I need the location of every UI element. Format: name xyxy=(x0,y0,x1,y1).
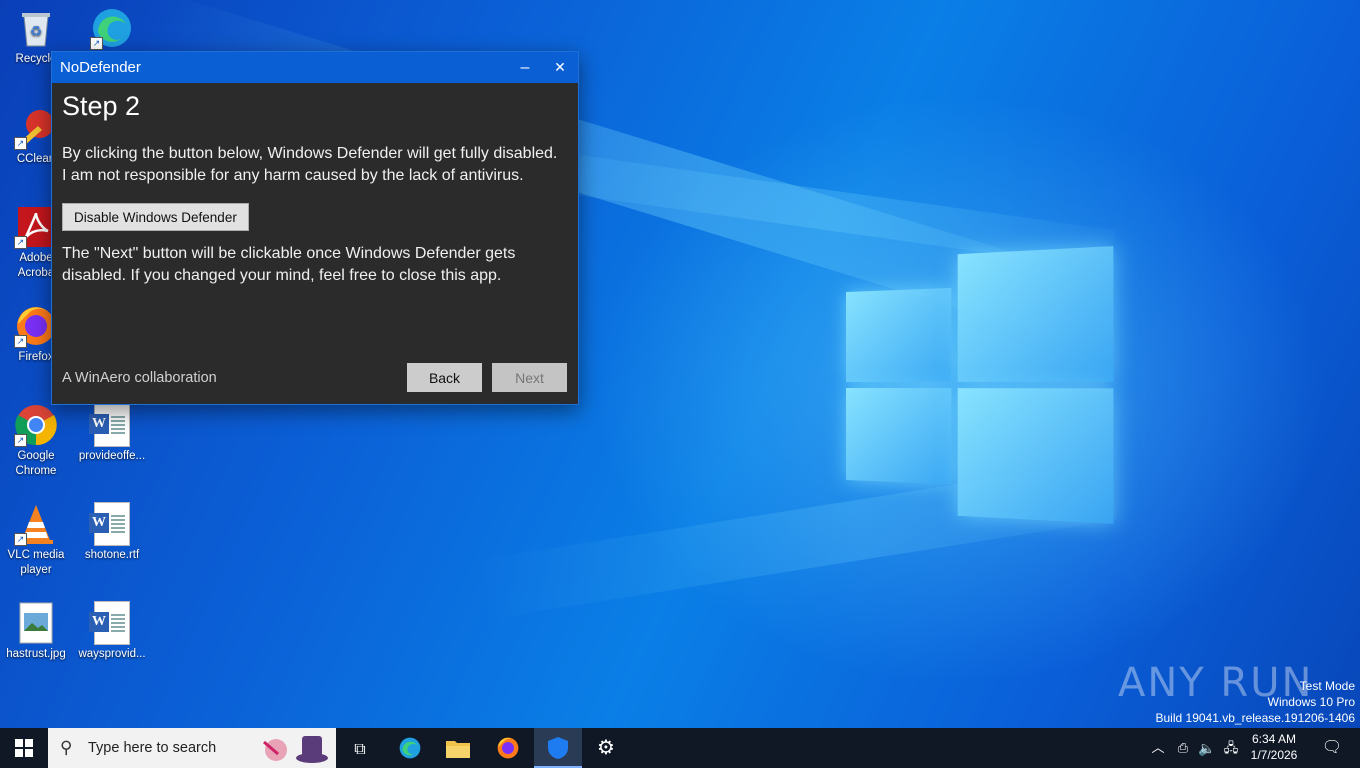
document-icon: W xyxy=(89,403,130,447)
window-content: Step 2 By clicking the button below, Win… xyxy=(52,83,578,403)
info-text-line: The "Next" button will be clickable once… xyxy=(62,245,516,262)
chrome-icon: ↗ xyxy=(14,403,58,447)
next-button[interactable]: Next xyxy=(492,363,567,392)
show-hidden-icons-button[interactable]: ︿ xyxy=(1146,728,1170,768)
edge-icon: ↗ xyxy=(90,6,134,50)
warning-text-line: By clicking the button below, Windows De… xyxy=(62,145,558,162)
start-button[interactable] xyxy=(0,728,48,768)
taskbar-file-explorer[interactable] xyxy=(434,728,482,768)
logo-pane xyxy=(846,287,952,382)
taskbar-search-box[interactable]: ⚲ Type here to search xyxy=(48,728,336,768)
search-highlight-illustration-icon xyxy=(263,736,328,763)
logo-pane xyxy=(957,388,1114,524)
firefox-icon xyxy=(497,737,519,759)
info-text: The "Next" button will be clickable once… xyxy=(62,243,567,287)
desktop-icon-label: VLC media player xyxy=(7,549,65,576)
taskbar: ⚲ Type here to search ⧉ ⚙ ︿ ⎙ 🔈 🖧 6:34 A… xyxy=(0,728,1360,768)
desktop-icon-shotone[interactable]: W shotone.rtf xyxy=(76,502,148,563)
nodefender-window: NoDefender ‒ ✕ Step 2 By clicking the bu… xyxy=(51,51,579,405)
windows-logo xyxy=(846,244,1116,526)
step-title: Step 2 xyxy=(62,91,141,121)
credit-text: A WinAero collaboration xyxy=(62,370,217,386)
desktop-icon-label: Firefox xyxy=(18,351,54,363)
desktop-icon-label: hastrust.jpg xyxy=(6,648,66,660)
volume-button[interactable]: 🔈 xyxy=(1196,728,1218,768)
watermark-line: Build 19041.vb_release.191206-1406 xyxy=(1155,711,1356,725)
shortcut-arrow-icon: ↗ xyxy=(14,434,27,447)
test-mode-watermark: Test Mode Windows 10 Pro Build 19041.vb_… xyxy=(1156,678,1356,726)
logo-pane xyxy=(957,246,1114,382)
shortcut-arrow-icon: ↗ xyxy=(90,37,103,50)
info-text-line: disabled. If you changed your mind, feel… xyxy=(62,267,502,284)
desktop-icon-provideoffe[interactable]: W provideoffe... xyxy=(76,403,148,464)
folder-icon xyxy=(446,741,470,758)
shield-icon xyxy=(548,737,568,759)
taskbar-nodefender[interactable] xyxy=(534,728,582,768)
watermark-line: Test Mode xyxy=(1299,679,1355,693)
desktop-icon-label: Google Chrome xyxy=(15,450,57,477)
desktop-icon-hastrust[interactable]: hastrust.jpg xyxy=(0,601,72,662)
network-icon: 🖧 xyxy=(1223,740,1239,755)
clock-time: 6:34 AM xyxy=(1251,732,1297,746)
desktop-icon-label: waysprovid... xyxy=(78,648,146,660)
warning-text: By clicking the button below, Windows De… xyxy=(62,143,567,187)
notification-icon: 🗨 xyxy=(1321,739,1343,756)
search-placeholder: Type here to search xyxy=(88,740,217,756)
taskbar-firefox[interactable] xyxy=(484,728,532,768)
desktop-icon-vlc[interactable]: ↗ VLC media player xyxy=(0,502,72,578)
search-icon: ⚲ xyxy=(60,738,73,757)
word-doc-icon: W xyxy=(89,502,134,546)
taskbar-clock[interactable]: 6:34 AM 1/7/2026 xyxy=(1242,731,1306,763)
warning-text-line: I am not responsible for any harm caused… xyxy=(62,167,524,184)
desktop-icon-waysprovid[interactable]: W waysprovid... xyxy=(76,601,148,662)
shortcut-arrow-icon: ↗ xyxy=(14,533,27,546)
tray-device-icon[interactable]: ⎙ xyxy=(1172,728,1194,768)
desktop: ♻ Recycle ↗ ↗ CClean ↗ Adobe Acroba ↗ Fi… xyxy=(0,0,1360,768)
taskbar-edge[interactable] xyxy=(386,728,434,768)
network-button[interactable]: 🖧 xyxy=(1220,728,1242,768)
word-doc-icon: W xyxy=(89,601,134,645)
clock-date: 1/7/2026 xyxy=(1250,748,1298,762)
vlc-icon: ↗ xyxy=(14,502,58,546)
desktop-icon-label: shotone.rtf xyxy=(84,549,140,561)
desktop-icon-edge[interactable]: ↗ xyxy=(76,6,148,52)
watermark-line: Windows 10 Pro xyxy=(1267,695,1355,709)
shortcut-arrow-icon: ↗ xyxy=(14,236,27,249)
task-view-icon: ⧉ xyxy=(354,741,366,758)
desktop-icon-label: provideoffe... xyxy=(78,450,146,462)
close-button[interactable]: ✕ xyxy=(543,52,577,83)
taskbar-settings[interactable]: ⚙ xyxy=(582,728,630,768)
back-button[interactable]: Back xyxy=(407,363,482,392)
task-view-button[interactable]: ⧉ xyxy=(336,728,384,768)
shortcut-arrow-icon: ↗ xyxy=(14,335,27,348)
action-center-button[interactable]: 🗨 xyxy=(1312,728,1352,768)
gear-icon: ⚙ xyxy=(597,737,615,759)
device-icon: ⎙ xyxy=(1177,740,1189,755)
window-titlebar[interactable]: NoDefender ‒ ✕ xyxy=(52,52,578,83)
windows-start-icon xyxy=(15,739,33,757)
document-icon: W xyxy=(89,601,130,645)
minimize-button[interactable]: ‒ xyxy=(508,52,542,83)
word-doc-icon: W xyxy=(89,403,134,447)
document-icon: W xyxy=(89,502,130,546)
svg-text:♻: ♻ xyxy=(30,23,43,39)
window-title: NoDefender xyxy=(60,59,141,76)
recycle-bin-icon: ♻ xyxy=(14,6,58,50)
edge-icon xyxy=(399,737,421,759)
desktop-icon-chrome[interactable]: ↗ Google Chrome xyxy=(0,403,72,479)
disable-windows-defender-button[interactable]: Disable Windows Defender xyxy=(62,203,249,231)
image-file-icon xyxy=(14,601,58,645)
chevron-up-icon: ︿ xyxy=(1151,740,1165,755)
shortcut-arrow-icon: ↗ xyxy=(14,137,27,150)
speaker-icon: 🔈 xyxy=(1198,740,1216,756)
logo-pane xyxy=(846,388,952,485)
